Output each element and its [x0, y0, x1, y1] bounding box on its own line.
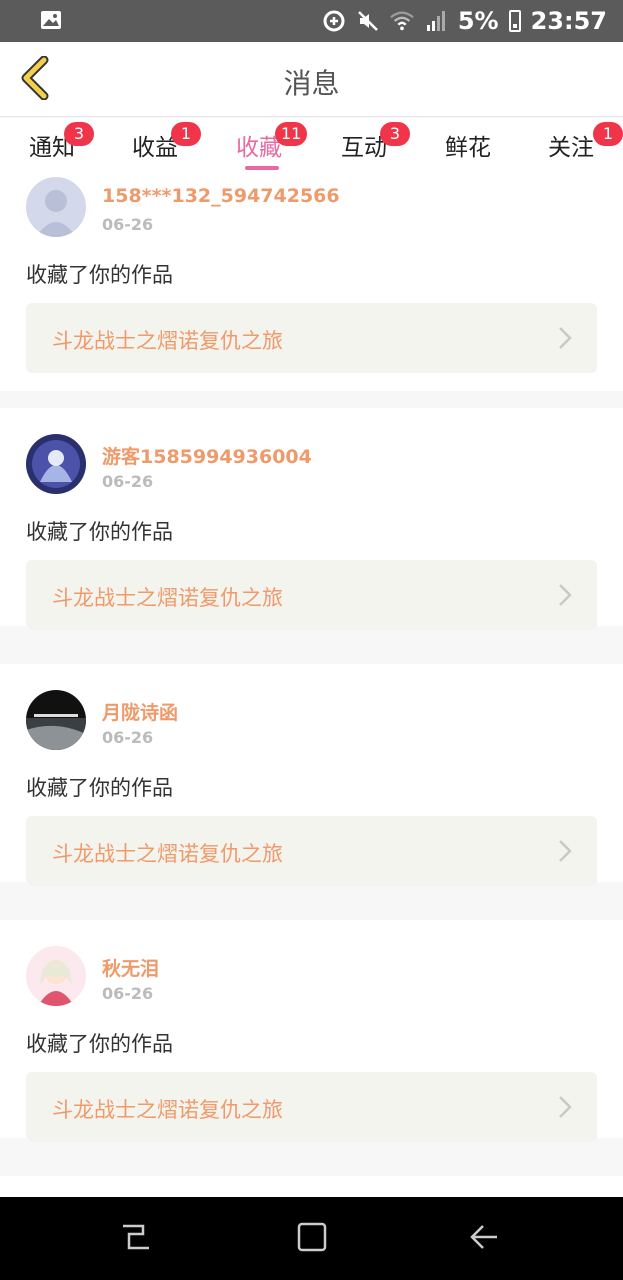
timestamp: 06-26: [102, 472, 154, 491]
username[interactable]: 游客1585994936004: [102, 442, 312, 469]
battery-percent: 5%: [457, 7, 499, 35]
tab-bar: 通知 3 收益 1 收藏 11 互动 3 鲜花 关注 1: [0, 118, 623, 173]
tab-follows[interactable]: 关注 1: [519, 122, 623, 162]
message-card: 秋无泪 06-26 收藏了你的作品 斗龙战士之熠诺复仇之旅: [0, 920, 623, 1142]
action-text: 收藏了你的作品: [26, 1032, 173, 1056]
count-badge: 1: [593, 122, 623, 146]
username[interactable]: 秋无泪: [102, 954, 159, 981]
count-badge: 3: [64, 122, 94, 146]
work-link[interactable]: 斗龙战士之熠诺复仇之旅: [26, 816, 597, 886]
clock: 23:57: [530, 7, 607, 35]
avatar[interactable]: [26, 946, 86, 1006]
avatar[interactable]: [26, 434, 86, 494]
signal-icon: [424, 9, 448, 33]
work-title: 斗龙战士之熠诺复仇之旅: [52, 842, 283, 866]
work-link[interactable]: 斗龙战士之熠诺复仇之旅: [26, 303, 597, 373]
tab-flowers[interactable]: 鲜花: [416, 128, 520, 162]
action-text: 收藏了你的作品: [26, 520, 173, 544]
message-card: 游客1585994936004 06-26 收藏了你的作品 斗龙战士之熠诺复仇之…: [0, 408, 623, 630]
count-badge: 1: [171, 122, 201, 146]
chevron-right-icon: [557, 838, 573, 864]
image-icon: [40, 10, 62, 30]
status-bar: 5% 23:57: [0, 0, 623, 42]
timestamp: 06-26: [102, 984, 154, 1003]
message-card: 月陇诗函 06-26 收藏了你的作品 斗龙战士之熠诺复仇之旅: [0, 664, 623, 886]
avatar[interactable]: [26, 177, 86, 237]
tab-label: 关注: [548, 135, 594, 161]
system-nav-bar: [0, 1197, 623, 1280]
work-link[interactable]: 斗龙战士之熠诺复仇之旅: [26, 1072, 597, 1142]
tab-earnings[interactable]: 收益 1: [103, 122, 207, 162]
work-link[interactable]: 斗龙战士之熠诺复仇之旅: [26, 560, 597, 630]
message-card-partial: [0, 1176, 623, 1197]
tab-notifications[interactable]: 通知 3: [0, 122, 104, 162]
work-title: 斗龙战士之熠诺复仇之旅: [52, 1098, 283, 1122]
action-text: 收藏了你的作品: [26, 263, 173, 287]
data-saver-icon: [322, 9, 346, 33]
active-tab-indicator: [245, 166, 279, 170]
page-title: 消息: [283, 67, 340, 100]
home-button[interactable]: [290, 1217, 334, 1261]
avatar[interactable]: [26, 690, 86, 750]
battery-icon: [508, 10, 521, 32]
chevron-right-icon: [557, 1094, 573, 1120]
work-title: 斗龙战士之熠诺复仇之旅: [52, 586, 283, 610]
timestamp: 06-26: [102, 215, 154, 234]
timestamp: 06-26: [102, 728, 154, 747]
wifi-icon: [390, 9, 414, 33]
mute-icon: [356, 9, 380, 33]
tab-interactions[interactable]: 互动 3: [312, 122, 416, 162]
tab-favorites[interactable]: 收藏 11: [207, 122, 311, 170]
recent-apps-icon: [119, 1220, 153, 1258]
app-header: 消息: [0, 42, 623, 117]
recent-apps-button[interactable]: [114, 1217, 158, 1261]
back-nav-button[interactable]: [462, 1217, 506, 1261]
count-badge: 11: [275, 122, 308, 146]
message-card: 158***132_594742566 06-26 收藏了你的作品 斗龙战士之熠…: [0, 173, 623, 391]
count-badge: 3: [380, 122, 410, 146]
chevron-right-icon: [557, 582, 573, 608]
action-text: 收藏了你的作品: [26, 776, 173, 800]
home-icon: [295, 1220, 329, 1258]
tab-label: 鲜花: [445, 135, 491, 161]
username[interactable]: 158***132_594742566: [102, 185, 340, 207]
back-arrow-icon: [467, 1220, 501, 1258]
chevron-right-icon: [557, 325, 573, 351]
work-title: 斗龙战士之熠诺复仇之旅: [52, 329, 283, 353]
username[interactable]: 月陇诗函: [102, 698, 178, 725]
